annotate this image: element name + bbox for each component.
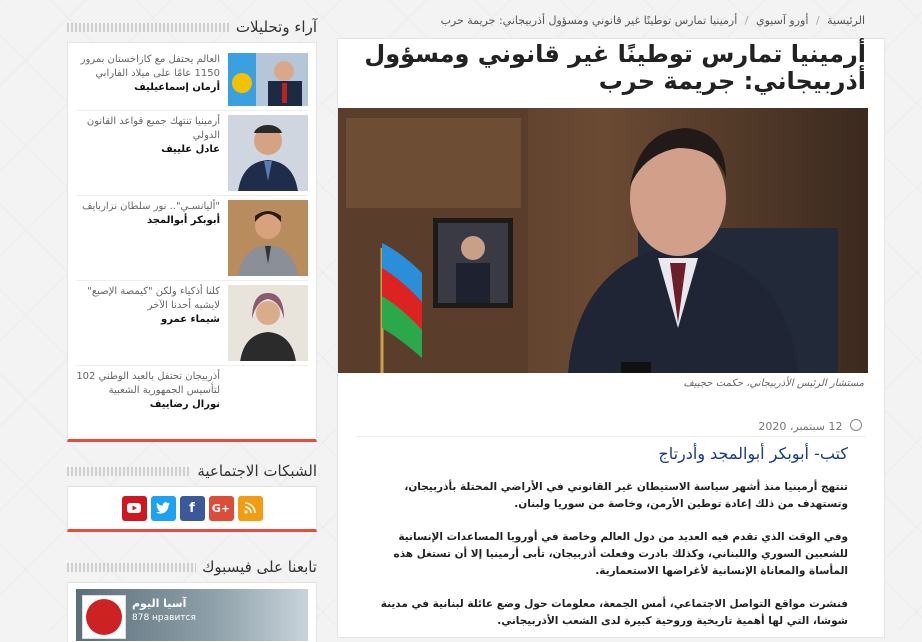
twitter-icon[interactable] [150,495,176,521]
author-photo[interactable] [228,53,308,106]
fb-page-name[interactable]: آسيا اليوم [132,597,186,610]
opinions-title: آراء وتحليلات [235,18,317,36]
article-paragraph: فنشرت مواقع التواصل الاجتماعي، أمس الجمع… [380,598,848,627]
opinion-item[interactable]: أذربيجان تحتفل بالعيد الوطني 102 لتأسيس … [76,366,308,451]
author-photo[interactable] [228,115,308,191]
header-stripes [67,22,230,32]
breadcrumb-home[interactable]: الرئيسية [827,14,865,27]
facebook-title: تابعنا على فيسبوك [202,558,317,576]
clock-icon [850,419,862,431]
article-paragraph: وفي الوقت الذي تقدم فيه العديد من دول ال… [393,531,849,577]
date-text: 12 سبتمبر، 2020 [758,420,843,433]
article: أرمينيا تمارس توطينًا غير قانوني ومسؤول … [337,38,885,638]
opinion-text[interactable]: أرمينيا تنتهك جميع قواعد القانون الدولي [76,115,220,143]
breadcrumb-separator: / [744,14,749,27]
article-photo [338,108,868,373]
opinion-author[interactable]: أرمان إسماعيليف [76,81,220,95]
opinion-item[interactable]: أرمينيا تنتهك جميع قواعد القانون الدولي … [76,111,308,196]
rss-icon[interactable] [237,495,263,521]
opinion-item[interactable]: كلنا أذكياء ولكن "كيمصة الإصبع" لايشبه أ… [76,281,308,366]
opinion-text[interactable]: "أليانسـي".. نور سلطان نزاربايف [76,200,220,214]
social-box: f G+ [67,486,317,532]
article-paragraph: تنتهج أرمينيا منذ أشهر سياسة الاستيطان غ… [404,481,848,510]
social-widget-header: الشبكات الاجتماعية [67,456,317,486]
breadcrumb-current: أرمينيا تمارس توطينًا غير قانوني ومسؤول … [440,14,738,27]
facebook-widget-header: تابعنا على فيسبوك [67,552,317,582]
breadcrumb-section[interactable]: أورو آسيوي [756,14,808,27]
article-author[interactable]: كتب- أبوبكر أبوالمجد وأدرتاج [658,444,848,463]
opinion-author[interactable]: عادل علييف [76,143,220,157]
author-photo[interactable] [228,285,308,361]
opinion-author[interactable]: نورال رضاييف [76,398,220,412]
sidebar: آراء وتحليلات العالم يحتفل مع كازاخستان … [67,12,317,642]
fb-likes: 878 нравится [132,613,196,623]
opinions-widget-header: آراء وتحليلات [67,12,317,42]
author-photo-placeholder [228,370,308,447]
divider [356,436,866,437]
opinion-author[interactable]: شيماء عمرو [76,313,220,327]
googleplus-icon[interactable]: G+ [208,495,234,521]
header-stripes [67,562,197,572]
opinion-text[interactable]: أذربيجان تحتفل بالعيد الوطني 102 لتأسيس … [76,370,220,398]
facebook-page-card[interactable]: آسيا اليوم 878 нравится [76,589,308,641]
facebook-icon[interactable]: f [179,495,205,521]
author-photo[interactable] [228,200,308,276]
facebook-box: آسيا اليوم 878 нравится [67,582,317,642]
youtube-icon[interactable] [121,495,147,521]
social-title: الشبكات الاجتماعية [197,462,317,480]
opinion-item[interactable]: العالم يحتفل مع كازاخستان بمرور 1150 عام… [76,49,308,111]
breadcrumb-separator: / [815,14,820,27]
article-date: 12 سبتمبر، 2020 [758,419,862,433]
opinion-item[interactable]: "أليانسـي".. نور سلطان نزاربايف أبوبكر أ… [76,196,308,281]
opinion-text[interactable]: العالم يحتفل مع كازاخستان بمرور 1150 عام… [76,53,220,81]
photo-caption: مستشار الرئيس الأذربيجاني، حكمت حجييف [683,378,864,389]
article-title: أرمينيا تمارس توطينًا غير قانوني ومسؤول … [364,40,866,95]
opinion-text[interactable]: كلنا أذكياء ولكن "كيمصة الإصبع" لايشبه أ… [76,285,220,313]
breadcrumb: الرئيسية / أورو آسيوي / أرمينيا تمارس تو… [337,0,885,27]
opinion-author[interactable]: أبوبكر أبوالمجد [76,214,220,228]
main-content: الرئيسية / أورو آسيوي / أرمينيا تمارس تو… [337,0,885,638]
opinions-box: العالم يحتفل مع كازاخستان بمرور 1150 عام… [67,42,317,442]
header-stripes [67,466,192,476]
page-logo[interactable] [82,595,126,639]
